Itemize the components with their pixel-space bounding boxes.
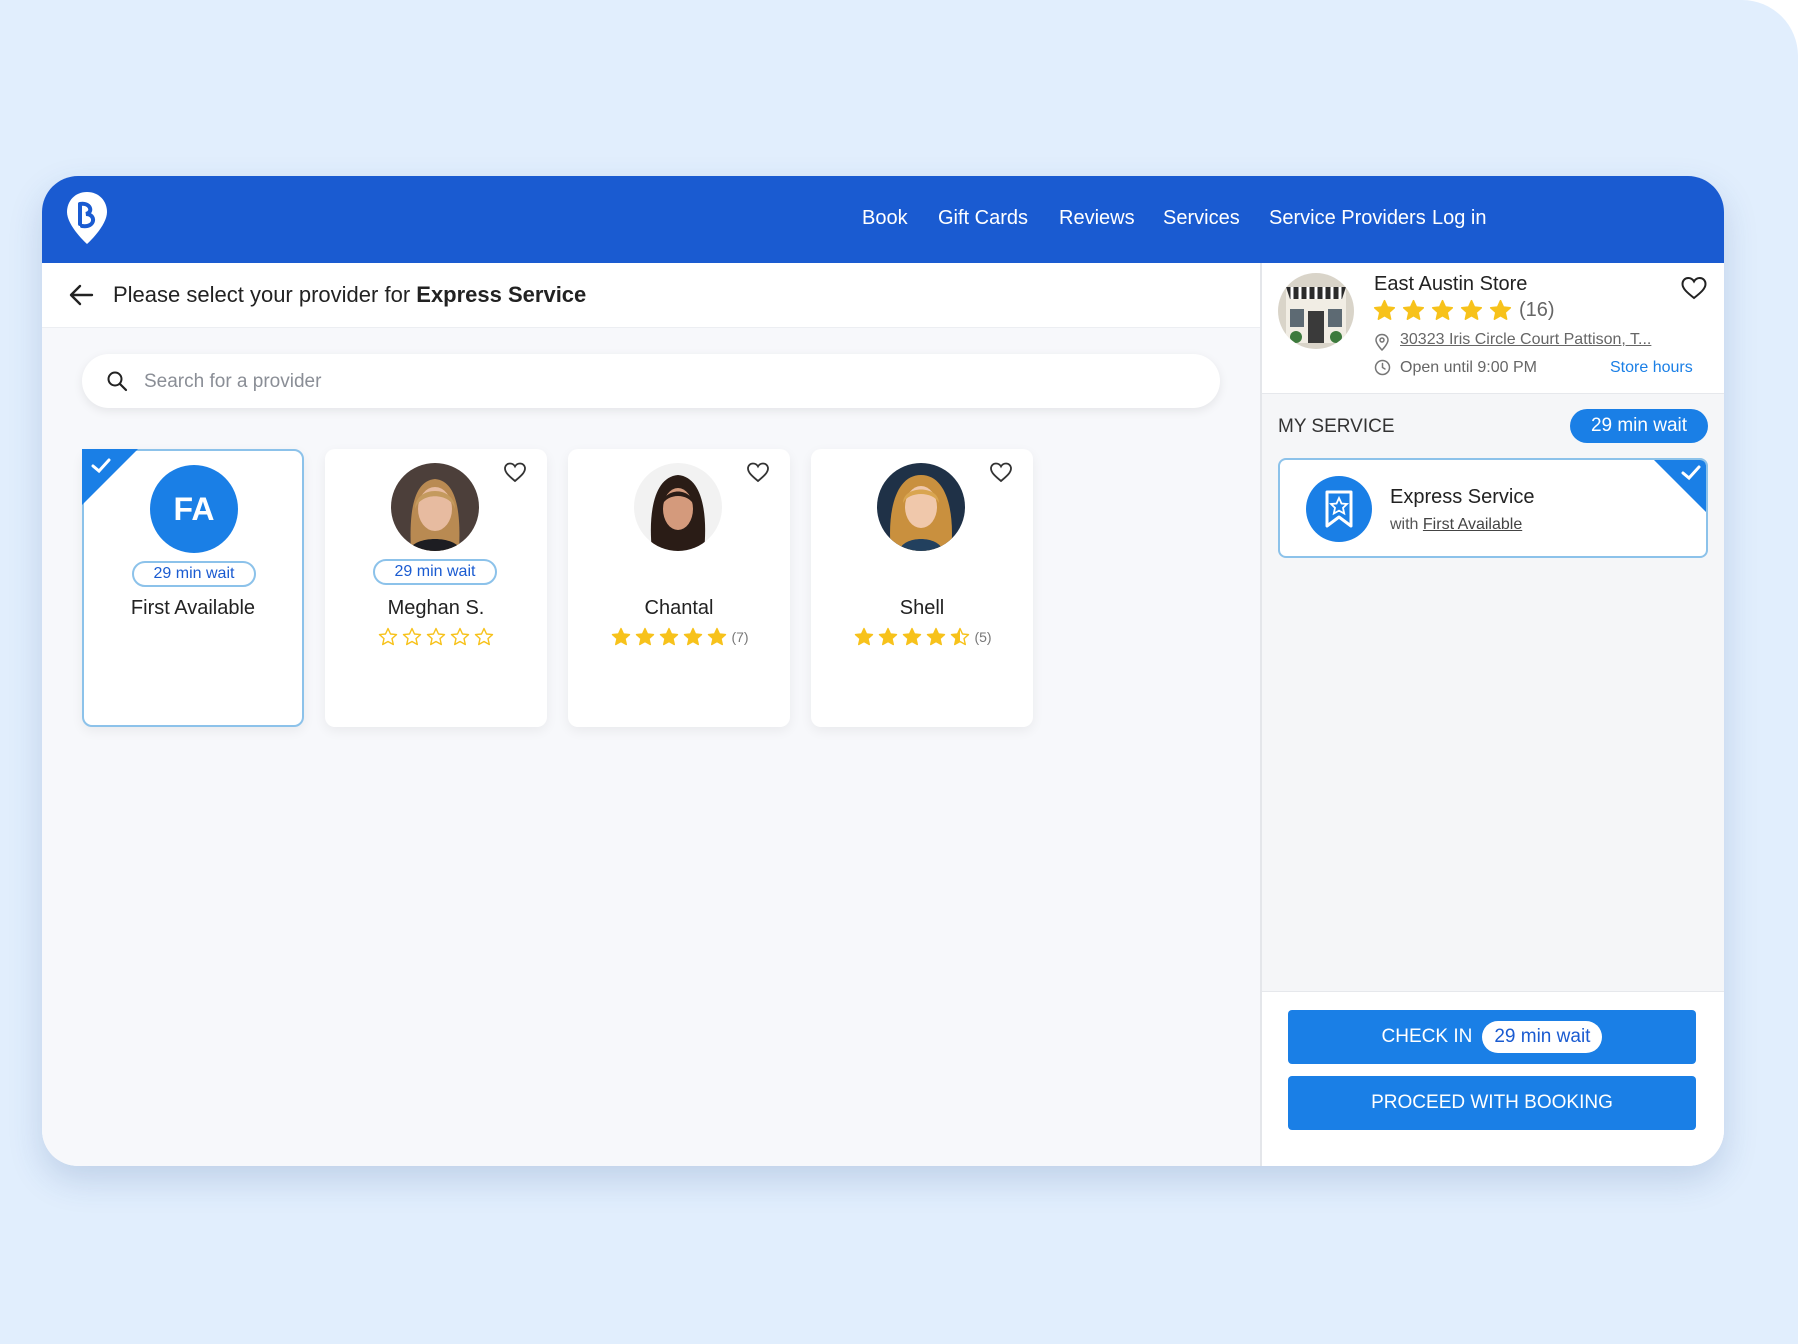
provider-initials-avatar: FA [150,465,238,553]
check-in-button[interactable]: CHECK IN 29 min wait [1288,1010,1696,1064]
star-icon [927,627,946,646]
star-icon [708,627,727,646]
nav-book[interactable]: Book [862,207,908,230]
star-icon [1373,299,1396,320]
clock-icon [1374,359,1391,376]
provider-name: Chantal [644,597,714,619]
back-arrow-icon[interactable] [68,283,94,307]
star-icon [903,627,922,646]
star-icon [1489,299,1512,320]
check-in-label: CHECK IN [1381,1026,1473,1047]
heart-icon[interactable] [746,461,770,483]
provider-name: First Available [130,597,256,619]
star-icon [636,627,655,646]
service-badge-icon [1306,476,1372,542]
wait-badge: 29 min wait [373,559,497,585]
brand-logo[interactable] [64,190,110,246]
provider-card-first-available[interactable]: FA 29 min wait First Available [82,449,304,727]
star-icon [1431,299,1454,320]
location-pin-icon [1375,333,1389,351]
star-icon [612,627,631,646]
star-icon [378,627,398,646]
check-in-wait-badge: 29 min wait [1482,1020,1603,1053]
page-title-service: Express Service [416,282,587,307]
search-icon [107,371,128,392]
store-hours-text: Open until 9:00 PM [1400,359,1537,376]
star-icon [855,627,874,646]
rating-count: (7) [731,629,749,645]
star-icon [1402,299,1425,320]
star-icon [684,627,703,646]
rating-count: (16) [1519,299,1555,321]
selected-service-card[interactable]: Express Service with First Available [1278,458,1708,558]
nav-gift-cards[interactable]: Gift Cards [938,207,1028,230]
proceed-with-booking-button[interactable]: PROCEED WITH BOOKING [1288,1076,1696,1130]
store-name: East Austin Store [1374,273,1528,295]
rating-count: (5) [974,629,992,645]
rating-stars [325,627,547,647]
star-icon [402,627,422,646]
search-input[interactable]: Search for a provider [82,354,1220,408]
page-title: Please select your provider for Express … [113,282,586,308]
nav-reviews[interactable]: Reviews [1059,207,1135,230]
booking-sidebar: East Austin Store (16) 30323 Iris Circle… [1260,263,1724,1166]
store-address-link[interactable]: 30323 Iris Circle Court Pattison, T... [1400,331,1651,349]
star-icon [474,627,494,646]
star-icon [879,627,898,646]
star-icon [660,627,679,646]
provider-selection-panel: Please select your provider for Express … [42,263,1260,1166]
my-service-heading: MY SERVICE [1278,416,1395,437]
provider-photo [877,463,965,551]
star-icon [426,627,446,646]
provider-photo [634,463,722,551]
action-buttons: CHECK IN 29 min wait PROCEED WITH BOOKING [1262,991,1724,1166]
star-icon [450,627,470,646]
provider-card-chantal[interactable]: Chantal (7) [568,449,790,727]
app-window: Book Gift Cards Reviews Services Service… [42,176,1724,1166]
star-icon [951,627,970,646]
store-hours-link[interactable]: Store hours [1610,359,1693,377]
store-info: East Austin Store (16) 30323 Iris Circle… [1262,263,1724,394]
store-rating-stars: (16) [1370,299,1555,322]
star-icon [1460,299,1483,320]
wait-badge: 29 min wait [132,561,256,587]
page-title-prefix: Please select your provider for [113,282,417,307]
service-name: Express Service [1390,486,1535,508]
check-icon [1681,465,1701,481]
provider-photo [391,463,479,551]
provider-name: Shell [899,597,945,619]
nav-service-providers[interactable]: Service Providers [1269,207,1426,230]
page-header: Please select your provider for Express … [42,263,1260,328]
nav-log-in[interactable]: Log in [1432,207,1487,230]
heart-icon[interactable] [503,461,527,483]
search-placeholder: Search for a provider [144,371,322,392]
store-photo [1278,273,1354,349]
service-provider-line: with First Available [1390,516,1522,534]
service-provider-link[interactable]: First Available [1423,516,1522,533]
favorite-heart-icon[interactable] [1680,275,1708,301]
provider-card-meghan[interactable]: 29 min wait Meghan S. [325,449,547,727]
heart-icon[interactable] [989,461,1013,483]
service-with-label: with [1390,516,1419,533]
my-service-wait-badge: 29 min wait [1570,409,1708,443]
rating-stars: (5) [811,627,1033,647]
provider-card-shell[interactable]: Shell (5) [811,449,1033,727]
nav-services[interactable]: Services [1163,207,1240,230]
top-navigation: Book Gift Cards Reviews Services Service… [42,176,1724,263]
provider-name: Meghan S. [387,597,485,619]
rating-stars: (7) [568,627,790,647]
check-icon [91,458,111,474]
